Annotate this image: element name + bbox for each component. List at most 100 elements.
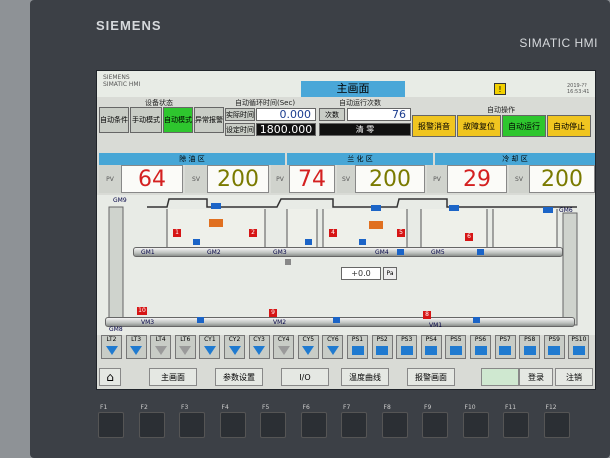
logout-button[interactable]: 注销 <box>555 368 593 386</box>
marker-5: 5 <box>397 229 405 237</box>
signal-label: PS7 <box>499 336 511 343</box>
signal-cy6: CY6 <box>322 335 344 359</box>
lower-conveyor <box>105 317 575 327</box>
signal-lt4: LT4 <box>150 335 172 359</box>
zone2-sv[interactable]: 200 <box>355 165 425 193</box>
pressure-value: +0.0 <box>341 267 381 280</box>
zone1-sv[interactable]: 200 <box>207 165 269 193</box>
sensor-triangle-icon <box>179 346 192 355</box>
marker-10: 10 <box>137 307 147 315</box>
sensor-triangle-icon <box>302 346 315 355</box>
signal-ps5: PS5 <box>445 335 467 359</box>
login-button[interactable]: 登录 <box>519 368 553 386</box>
sensor-triangle-icon <box>228 346 241 355</box>
carrier-icon <box>333 317 340 323</box>
pv-tag: PV <box>99 165 121 193</box>
signal-cy1: CY1 <box>199 335 221 359</box>
sv-tag: SV <box>509 165 529 193</box>
function-key-f5[interactable] <box>260 412 286 438</box>
alarm-screen-button[interactable]: 报警画面 <box>407 368 455 386</box>
pv-tag: PV <box>271 165 289 193</box>
clear-button[interactable]: 清 零 <box>319 123 411 136</box>
datetime: 2019-?? 16:53:41 <box>567 83 590 95</box>
fkey-label: F4 <box>221 404 229 411</box>
function-key-f2[interactable] <box>138 412 165 438</box>
pressure-unit: Pa <box>383 267 397 280</box>
marker-9: 9 <box>269 309 277 317</box>
auto-stop-button[interactable]: 自动停止 <box>547 115 591 137</box>
signal-lt3: LT3 <box>125 335 147 359</box>
sensor-square-icon <box>474 346 487 355</box>
function-key-f12[interactable] <box>543 412 570 438</box>
sensor-triangle-icon <box>154 346 167 355</box>
function-key-f10[interactable] <box>462 412 489 438</box>
signal-cy3: CY3 <box>248 335 270 359</box>
actual-time-label: 实际时间 <box>225 108 255 121</box>
signal-ps10: PS10 <box>568 335 590 359</box>
process-diagram <box>97 195 595 335</box>
sensor-square-icon <box>548 346 561 355</box>
temp-curve-button[interactable]: 温度曲线 <box>341 368 389 386</box>
signal-ps1: PS1 <box>347 335 368 359</box>
zone-cooling-header: 冷 却 区 <box>435 153 595 165</box>
fault-reset-button[interactable]: 故障复位 <box>457 115 501 137</box>
sensor-square-icon <box>523 346 536 355</box>
vm2-label: VM2 <box>273 319 287 326</box>
fkey-label: F8 <box>383 404 391 411</box>
sensor-square-icon <box>376 346 389 355</box>
function-key-f4[interactable] <box>219 412 246 438</box>
alarm-mute-button[interactable]: 报警消音 <box>412 115 456 137</box>
signal-label: CY6 <box>327 336 339 343</box>
main-screen-button[interactable]: 主画面 <box>149 368 197 386</box>
auto-condition-button[interactable]: 自动条件 <box>99 107 129 133</box>
marker-8: 8 <box>423 311 431 319</box>
fkey-label: F7 <box>343 404 351 411</box>
gm4-label: GM4 <box>375 249 389 256</box>
home-icon[interactable]: ⌂ <box>99 368 121 386</box>
upper-conveyor <box>133 247 563 257</box>
manual-mode-button[interactable]: 手动模式 <box>130 107 162 133</box>
auto-mode-button[interactable]: 自动模式 <box>163 107 193 133</box>
signal-cy4: CY4 <box>273 335 295 359</box>
io-button[interactable]: I/O <box>281 368 329 386</box>
function-key-f9[interactable] <box>422 412 448 438</box>
zone2-pv: 74 <box>289 165 335 193</box>
blank-button[interactable] <box>481 368 519 386</box>
function-key-f11[interactable] <box>503 412 529 438</box>
function-key-f1[interactable] <box>98 412 124 438</box>
marker-2: 2 <box>249 229 257 237</box>
function-key-f3[interactable] <box>179 412 205 438</box>
set-time-input[interactable]: 1800.000 <box>256 123 316 136</box>
abnormal-alarm-button[interactable]: 异常报警 <box>194 107 224 133</box>
signal-label: PS1 <box>351 336 364 343</box>
sensor-triangle-icon <box>253 346 266 355</box>
carrier-icon <box>359 239 366 245</box>
carrier-icon <box>197 317 204 323</box>
function-key-f8[interactable] <box>381 412 408 438</box>
zone-phosphate-header: 兰 化 区 <box>287 153 433 165</box>
function-key-f7[interactable] <box>341 412 367 438</box>
auto-op-label: 自动操作 <box>487 106 515 114</box>
sensor-triangle-icon <box>277 346 290 355</box>
function-key-f6[interactable] <box>300 412 327 438</box>
param-settings-button[interactable]: 参数设置 <box>215 368 263 386</box>
auto-run-button[interactable]: 自动运行 <box>502 115 546 137</box>
sensor-triangle-icon <box>105 346 118 355</box>
signal-label: PS4 <box>425 336 437 343</box>
fkey-label: F3 <box>181 404 189 411</box>
pv-tag: PV <box>427 165 447 193</box>
page-title: 主画面 <box>301 81 405 97</box>
signal-ps6: PS6 <box>470 335 491 359</box>
gm1-label: GM1 <box>141 249 155 256</box>
sv-tag: SV <box>185 165 207 193</box>
gm9-label: GM9 <box>113 197 127 204</box>
arrow-right-icon <box>477 249 484 255</box>
signal-ps3: PS3 <box>396 335 418 359</box>
screen-logo: SIEMENS SIMATIC HMI <box>103 74 141 88</box>
runs-label: 自动运行次数 <box>339 99 381 107</box>
sensor-triangle-icon <box>130 346 143 355</box>
zone3-sv[interactable]: 200 <box>529 165 595 193</box>
warning-icon[interactable]: ! <box>494 83 506 95</box>
sensor-square-icon <box>425 346 438 355</box>
sensor-square-icon <box>351 346 364 355</box>
